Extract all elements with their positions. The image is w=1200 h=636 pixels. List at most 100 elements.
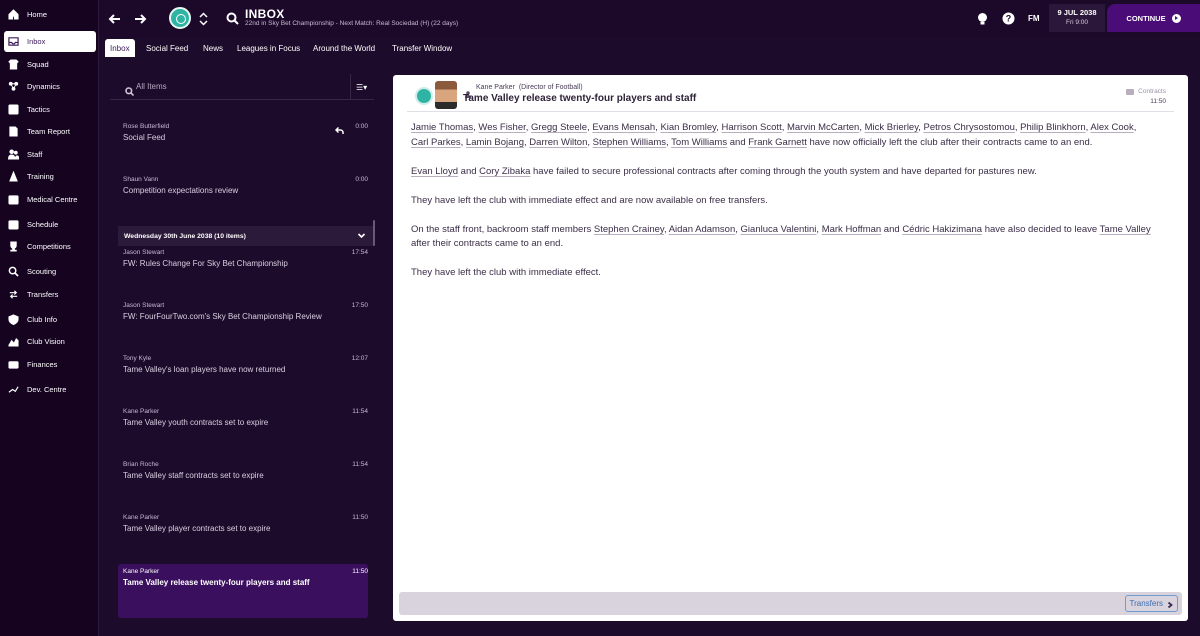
body-paragraph-5: They have left the club with immediate e… xyxy=(411,267,601,278)
message-list-item[interactable]: Kane Parker Tame Valley youth contracts s… xyxy=(118,404,368,454)
sidebar-item-label: Dynamics xyxy=(27,82,60,91)
message-reading-pane: Kane Parker (Director of Football) Tame … xyxy=(393,75,1188,621)
message-subject: Competition expectations review xyxy=(123,186,239,195)
player-link[interactable]: Evan Lloyd xyxy=(411,166,458,177)
filter-input[interactable]: All Items xyxy=(136,82,167,91)
current-time: Fri 9:00 xyxy=(1065,19,1089,26)
message-time: 11:54 xyxy=(352,408,368,415)
home-icon xyxy=(8,9,19,20)
sidebar-item-training[interactable]: Training xyxy=(4,166,96,187)
message-list-item[interactable]: Jason Stewart FW: Rules Change For Sky Be… xyxy=(118,245,368,295)
sidebar-item-club-vision[interactable]: Club Vision xyxy=(4,331,96,352)
message-list-item[interactable]: Jason Stewart FW: FourFourTwo.com's Sky B… xyxy=(118,298,368,348)
club-link[interactable]: Tame Valley xyxy=(1100,224,1151,235)
club-switch-chevrons-icon[interactable] xyxy=(199,11,208,27)
sidebar-item-squad[interactable]: Squad xyxy=(4,54,96,75)
sidebar-item-dynamics[interactable]: Dynamics xyxy=(4,76,96,97)
person-link[interactable]: Mick Brierley xyxy=(865,122,919,133)
person-link[interactable]: Tom Williams xyxy=(671,137,727,148)
continue-label: CONTINUE xyxy=(1126,13,1166,23)
message-list-item[interactable]: Shaun Vann Competition expectations revie… xyxy=(118,172,368,222)
tab-transfer-window[interactable]: Transfer Window xyxy=(387,39,457,57)
message-list-item[interactable]: Rose Butterfield Social Feed 0:00 xyxy=(118,119,368,169)
tab-inbox[interactable]: Inbox xyxy=(105,39,135,57)
help-icon[interactable]: ? xyxy=(1001,11,1015,25)
club-badge-icon[interactable] xyxy=(169,7,191,29)
message-list-item[interactable]: Kane Parker Tame Valley release twenty-fo… xyxy=(118,564,368,618)
person-link[interactable]: Mark Hoffman xyxy=(822,224,881,235)
person-link[interactable]: Aidan Adamson xyxy=(669,224,736,235)
sidebar-item-scouting[interactable]: Scouting xyxy=(4,261,96,282)
person-link[interactable]: Wes Fisher xyxy=(478,122,525,133)
sidebar-item-home[interactable]: Home xyxy=(4,4,96,25)
sidebar-item-team-report[interactable]: Team Report xyxy=(4,121,96,142)
message-list-item[interactable]: Tony Kyle Tame Valley's loan players have… xyxy=(118,351,368,401)
person-link[interactable]: Frank Garnett xyxy=(748,137,807,148)
message-time: 11:50 xyxy=(352,514,368,521)
filter-menu-icon[interactable]: ☰▾ xyxy=(356,83,367,92)
person-link[interactable]: Petros Chrysostomou xyxy=(924,122,1015,133)
player-link[interactable]: Cory Zibaka xyxy=(479,166,530,177)
person-link[interactable]: Lamin Bojang xyxy=(466,137,524,148)
page-title: INBOX xyxy=(245,7,285,21)
tab-news[interactable]: News xyxy=(198,39,228,57)
message-list-item[interactable]: Brian Roche Tame Valley staff contracts s… xyxy=(118,457,368,507)
trophy-badge-icon[interactable] xyxy=(975,11,989,25)
sidebar-item-finances[interactable]: Finances xyxy=(4,354,96,375)
list-scrollbar[interactable] xyxy=(373,220,375,246)
message-subject: Tame Valley youth contracts set to expir… xyxy=(123,418,269,427)
sidebar-item-staff[interactable]: Staff xyxy=(4,144,96,165)
message-subject: Tame Valley staff contracts set to expir… xyxy=(123,471,264,480)
person-link[interactable]: Gregg Steele xyxy=(531,122,587,133)
tab-social-feed[interactable]: Social Feed xyxy=(141,39,193,57)
forward-arrow-icon[interactable] xyxy=(132,11,148,27)
person-link[interactable]: Darren Wilton xyxy=(529,137,587,148)
sidebar: Home Inbox Squad Dynamics Tactics Team Report… xyxy=(0,0,99,636)
transfers-button[interactable]: Transfers xyxy=(1124,595,1178,612)
continue-button[interactable]: CONTINUE xyxy=(1107,4,1200,32)
person-link[interactable]: Philip Blinkhorn xyxy=(1020,122,1085,133)
sidebar-item-tactics[interactable]: Tactics xyxy=(4,99,96,120)
person-link[interactable]: Gianluca Valentini xyxy=(741,224,817,235)
sidebar-item-inbox[interactable]: Inbox xyxy=(4,31,96,52)
sidebar-item-competitions[interactable]: Competitions xyxy=(4,236,96,257)
sidebar-item-dev-centre[interactable]: Dev. Centre xyxy=(4,379,96,400)
fm-menu-button[interactable]: FM xyxy=(1028,14,1040,23)
vision-icon xyxy=(8,336,19,347)
person-link[interactable]: Stephen Williams xyxy=(593,137,666,148)
message-subject: Social Feed xyxy=(123,133,166,142)
message-list-item[interactable]: Kane Parker Tame Valley player contracts … xyxy=(118,510,368,560)
person-link[interactable]: Evans Mensah xyxy=(592,122,655,133)
person-link[interactable]: Carl Parkes xyxy=(411,137,461,148)
tabs-bar: Inbox Social Feed News Leagues in Focus Arou… xyxy=(99,38,1200,58)
date-group-header[interactable]: Wednesday 30th June 2038 (10 items) xyxy=(118,226,374,246)
sidebar-item-schedule[interactable]: Schedule xyxy=(4,214,96,235)
person-link[interactable]: Stephen Crainey xyxy=(594,224,664,235)
sidebar-item-label: Scouting xyxy=(27,267,57,276)
sidebar-item-transfers[interactable]: Transfers xyxy=(4,284,96,305)
person-link[interactable]: Alex Cook xyxy=(1090,122,1133,133)
tab-around-the-world[interactable]: Around the World xyxy=(308,39,380,57)
chevron-down-icon[interactable] xyxy=(357,231,366,240)
sidebar-item-label: Schedule xyxy=(27,220,59,229)
back-arrow-icon[interactable] xyxy=(107,11,123,27)
person-link[interactable]: Marvin McCarten xyxy=(787,122,859,133)
medical-icon xyxy=(8,194,19,205)
sidebar-item-club-info[interactable]: Club Info xyxy=(4,309,96,330)
person-link[interactable]: Harrison Scott xyxy=(722,122,782,133)
message-sender: Jason Stewart xyxy=(123,249,165,256)
chevron-right-icon xyxy=(1167,601,1173,608)
message-sender: Shaun Vann xyxy=(123,176,159,183)
sidebar-item-medical-centre[interactable]: Medical Centre xyxy=(4,189,96,210)
person-link[interactable]: Jamie Thomas xyxy=(411,122,473,133)
sender-avatar[interactable] xyxy=(435,81,457,109)
sidebar-item-label: Finances xyxy=(27,360,58,369)
message-sender: Rose Butterfield xyxy=(123,123,170,130)
person-link[interactable]: Cédric Hakizimana xyxy=(902,224,982,235)
search-icon[interactable] xyxy=(226,12,239,25)
sender-name[interactable]: Kane Parker xyxy=(476,84,515,91)
tab-leagues-in-focus[interactable]: Leagues in Focus xyxy=(232,39,305,57)
message-sender[interactable]: Kane Parker (Director of Football) xyxy=(476,84,583,91)
person-link[interactable]: Kian Bromley xyxy=(660,122,716,133)
message-subject: Tame Valley player contracts set to expi… xyxy=(123,524,271,533)
